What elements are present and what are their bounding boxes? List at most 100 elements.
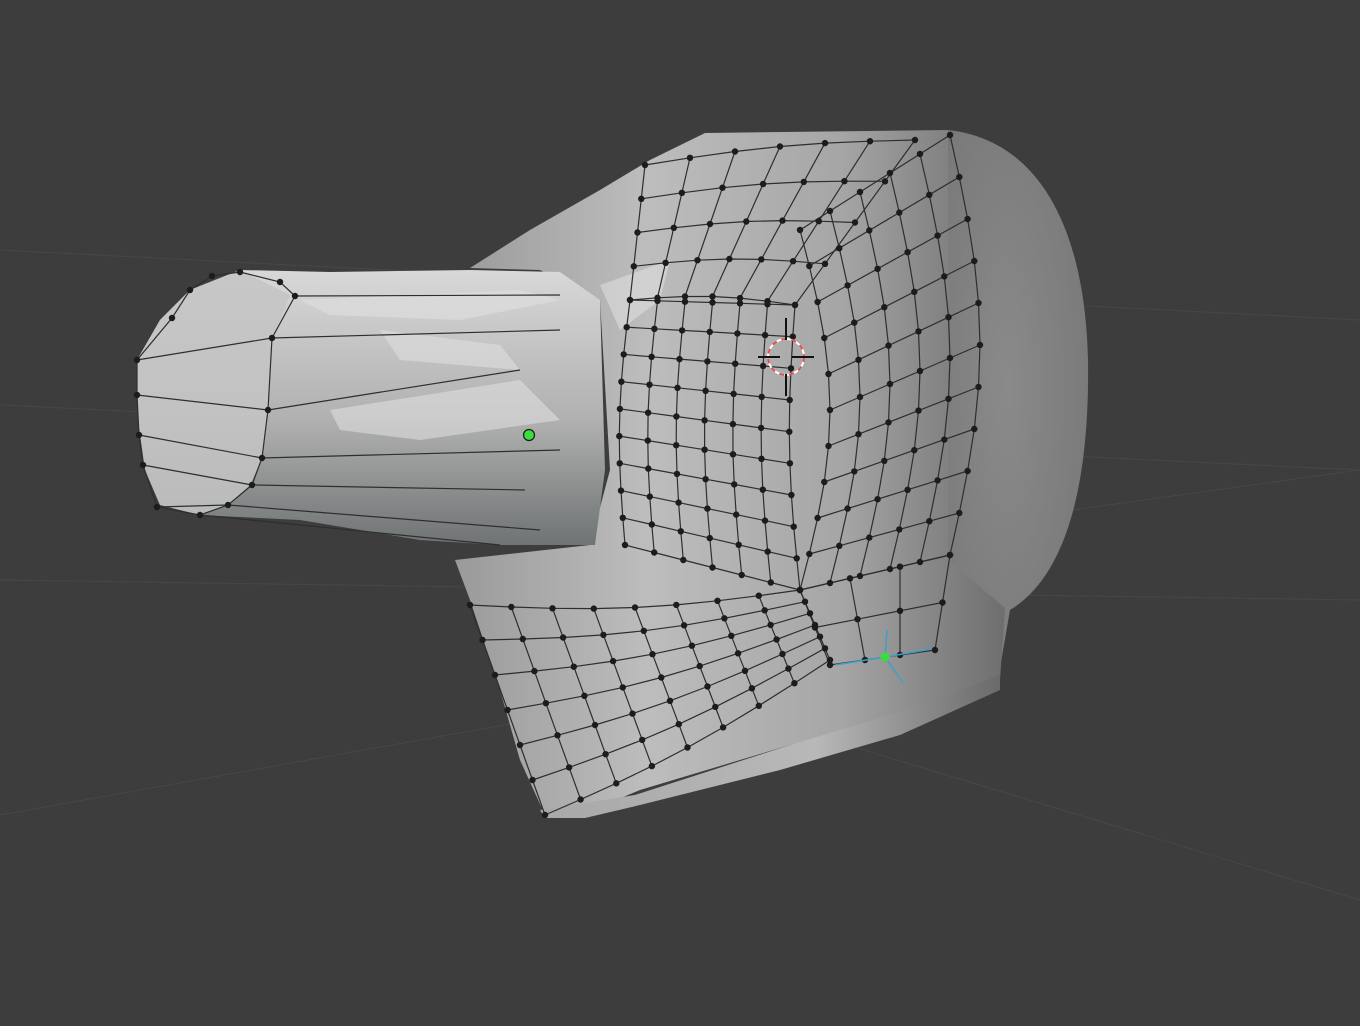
mesh-vertex[interactable] bbox=[696, 662, 703, 670]
mesh-vertex[interactable] bbox=[701, 417, 708, 424]
mesh-vertex[interactable] bbox=[616, 432, 623, 440]
mesh-vertex[interactable] bbox=[570, 663, 577, 670]
mesh-vertex[interactable] bbox=[591, 721, 599, 729]
mesh-vertex[interactable] bbox=[590, 605, 597, 612]
mesh-object[interactable] bbox=[137, 130, 1089, 818]
mesh-vertex[interactable] bbox=[796, 226, 804, 234]
mesh-vertex[interactable] bbox=[236, 268, 244, 276]
mesh-vertex[interactable] bbox=[186, 286, 194, 294]
mesh-vertex[interactable] bbox=[759, 486, 766, 493]
mesh-vertex[interactable] bbox=[896, 209, 903, 216]
mesh-vertex[interactable] bbox=[651, 549, 658, 556]
mesh-vertex[interactable] bbox=[616, 460, 623, 467]
mesh-vertex[interactable] bbox=[268, 334, 276, 342]
mesh-vertex[interactable] bbox=[641, 161, 649, 169]
mesh-vertex[interactable] bbox=[519, 635, 526, 643]
mesh-vertex[interactable] bbox=[276, 278, 284, 286]
mesh-vertex[interactable] bbox=[559, 634, 567, 641]
mesh-vertex[interactable] bbox=[549, 605, 556, 612]
mesh-vertex[interactable] bbox=[153, 503, 161, 511]
mesh-vertex[interactable] bbox=[620, 351, 627, 358]
mesh-vertex[interactable] bbox=[806, 262, 813, 270]
mesh-vertex[interactable] bbox=[704, 505, 711, 512]
mesh-vertex[interactable] bbox=[886, 565, 894, 573]
mesh-vertex[interactable] bbox=[866, 138, 874, 145]
mesh-vertex[interactable] bbox=[673, 413, 680, 420]
mesh-vertex[interactable] bbox=[709, 299, 716, 306]
mesh-vertex[interactable] bbox=[759, 180, 767, 188]
mesh-vertex[interactable] bbox=[630, 263, 637, 270]
mesh-vertex[interactable] bbox=[729, 420, 737, 428]
mesh-vertex[interactable] bbox=[755, 592, 762, 599]
mesh-vertex[interactable] bbox=[135, 431, 143, 439]
mesh-vertex[interactable] bbox=[609, 657, 617, 665]
mesh-vertex[interactable] bbox=[658, 674, 665, 681]
mesh-vertex[interactable] bbox=[964, 215, 971, 223]
mesh-vertex[interactable] bbox=[479, 636, 486, 644]
mesh-vertex[interactable] bbox=[600, 631, 607, 639]
mesh-vertex[interactable] bbox=[619, 514, 626, 521]
mesh-vertex[interactable] bbox=[617, 487, 625, 494]
mesh-vertex[interactable] bbox=[971, 425, 978, 433]
mesh-vertex[interactable] bbox=[677, 528, 684, 535]
mesh-vertex[interactable] bbox=[881, 178, 889, 185]
mesh-vertex[interactable] bbox=[728, 632, 735, 639]
mesh-vertex[interactable] bbox=[680, 556, 687, 564]
mesh-vertex[interactable] bbox=[491, 671, 499, 679]
mesh-vertex[interactable] bbox=[886, 380, 894, 388]
mesh-vertex[interactable] bbox=[738, 571, 745, 579]
mesh-vertex[interactable] bbox=[675, 499, 682, 506]
mesh-vertex[interactable] bbox=[866, 227, 873, 234]
mesh-vertex[interactable] bbox=[779, 217, 786, 224]
mesh-vertex[interactable] bbox=[291, 292, 299, 300]
mesh-vertex[interactable] bbox=[639, 736, 646, 744]
mesh-vertex[interactable] bbox=[796, 586, 804, 594]
mesh-vertex[interactable] bbox=[851, 319, 858, 326]
mesh-vertex[interactable] bbox=[623, 324, 630, 331]
mesh-vertex[interactable] bbox=[634, 229, 641, 236]
mesh-vertex[interactable] bbox=[788, 491, 795, 499]
mesh-vertex[interactable] bbox=[866, 534, 873, 541]
mesh-vertex[interactable] bbox=[856, 188, 864, 196]
mesh-vertex[interactable] bbox=[931, 646, 939, 654]
mesh-vertex[interactable] bbox=[964, 467, 971, 475]
mesh-vertex[interactable] bbox=[851, 219, 859, 226]
mesh-vertex[interactable] bbox=[896, 526, 903, 533]
mesh-vertex[interactable] bbox=[911, 447, 918, 454]
mesh-vertex[interactable] bbox=[800, 178, 807, 186]
mesh-vertex[interactable] bbox=[874, 496, 881, 503]
mesh-vertex[interactable] bbox=[678, 327, 686, 334]
mesh-vertex[interactable] bbox=[248, 481, 256, 489]
mesh-vertex[interactable] bbox=[613, 780, 620, 787]
mesh-vertex[interactable] bbox=[721, 615, 728, 622]
mesh-vertex[interactable] bbox=[554, 732, 561, 739]
mesh-vertex[interactable] bbox=[684, 744, 691, 751]
mesh-vertex[interactable] bbox=[168, 314, 176, 322]
mesh-vertex[interactable] bbox=[841, 178, 848, 185]
mesh-vertex[interactable] bbox=[706, 328, 713, 336]
mesh-vertex[interactable] bbox=[776, 143, 784, 150]
mesh-vertex[interactable] bbox=[945, 314, 952, 321]
mesh-vertex[interactable] bbox=[621, 541, 629, 549]
mesh-vertex[interactable] bbox=[916, 367, 924, 375]
mesh-vertex[interactable] bbox=[785, 665, 792, 672]
mesh-vertex[interactable] bbox=[640, 627, 647, 634]
mesh-vertex[interactable] bbox=[670, 224, 677, 231]
mesh-vertex[interactable] bbox=[618, 378, 625, 385]
mesh-vertex[interactable] bbox=[732, 360, 739, 367]
mesh-vertex[interactable] bbox=[975, 299, 982, 307]
mesh-vertex[interactable] bbox=[806, 550, 813, 558]
mesh-vertex[interactable] bbox=[945, 395, 952, 402]
mesh-vertex[interactable] bbox=[825, 442, 832, 450]
mesh-vertex[interactable] bbox=[904, 486, 911, 493]
mesh-vertex[interactable] bbox=[645, 465, 652, 472]
mesh-vertex[interactable] bbox=[626, 296, 634, 304]
mesh-vertex[interactable] bbox=[675, 721, 682, 728]
mesh-vertex[interactable] bbox=[791, 680, 798, 687]
mesh-vertex[interactable] bbox=[946, 551, 954, 559]
mesh-vertex[interactable] bbox=[934, 232, 941, 239]
mesh-vertex[interactable] bbox=[844, 282, 851, 289]
mesh-vertex[interactable] bbox=[541, 811, 549, 819]
mesh-vertex[interactable] bbox=[855, 431, 862, 438]
mesh-vertex[interactable] bbox=[731, 148, 739, 155]
